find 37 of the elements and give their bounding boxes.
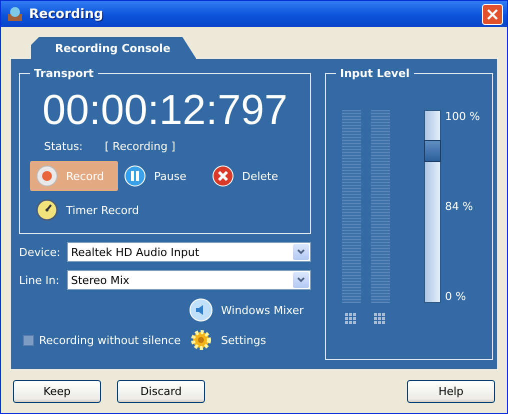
gear-icon bbox=[189, 328, 213, 352]
chevron-icon bbox=[297, 277, 305, 283]
status-value: [ Recording ] bbox=[104, 140, 176, 153]
record-icon bbox=[36, 165, 58, 187]
app-icon bbox=[7, 6, 23, 22]
dropdown-field[interactable]: Realtek HD Audio Input bbox=[67, 242, 311, 262]
slider-thumb[interactable] bbox=[424, 140, 441, 162]
group-title: Input Level bbox=[340, 67, 410, 80]
dialog-button[interactable]: Keep bbox=[13, 380, 101, 402]
group-title: Transport bbox=[34, 67, 94, 80]
timer-button[interactable]: Timer Record bbox=[30, 195, 145, 225]
field-label: Device: bbox=[19, 246, 62, 258]
pause-icon bbox=[124, 165, 146, 187]
field-label: Line In: bbox=[19, 274, 60, 286]
scale-label: 84 % bbox=[445, 200, 474, 213]
status-label: Status: bbox=[44, 140, 83, 153]
scale-label: 100 % bbox=[445, 110, 480, 123]
close-icon bbox=[487, 8, 498, 20]
mixer-button[interactable]: Windows Mixer bbox=[189, 298, 311, 322]
tab[interactable]: Recording Console bbox=[31, 37, 196, 59]
dialog-button[interactable]: Help bbox=[407, 380, 495, 402]
chevron-icon bbox=[297, 249, 305, 255]
delete-icon bbox=[212, 165, 234, 187]
window-title: Recording bbox=[29, 6, 104, 22]
volume-slider[interactable] bbox=[424, 110, 441, 303]
time-display: 00:00:12:797 bbox=[41, 86, 289, 134]
dialog-button[interactable]: Discard bbox=[117, 380, 205, 402]
close-button[interactable] bbox=[482, 4, 503, 24]
delete-button[interactable]: Delete bbox=[206, 161, 294, 191]
checkbox[interactable] bbox=[23, 334, 34, 346]
speaker-icon bbox=[189, 298, 213, 322]
dropdown-field[interactable]: Stereo Mix bbox=[67, 270, 311, 290]
pause-button[interactable]: Pause bbox=[118, 161, 206, 191]
settings-button[interactable]: Settings bbox=[189, 328, 311, 352]
scale-label: 0 % bbox=[445, 290, 467, 303]
checkbox-label: Recording without silence bbox=[39, 334, 181, 346]
stopwatch-icon bbox=[36, 199, 58, 221]
